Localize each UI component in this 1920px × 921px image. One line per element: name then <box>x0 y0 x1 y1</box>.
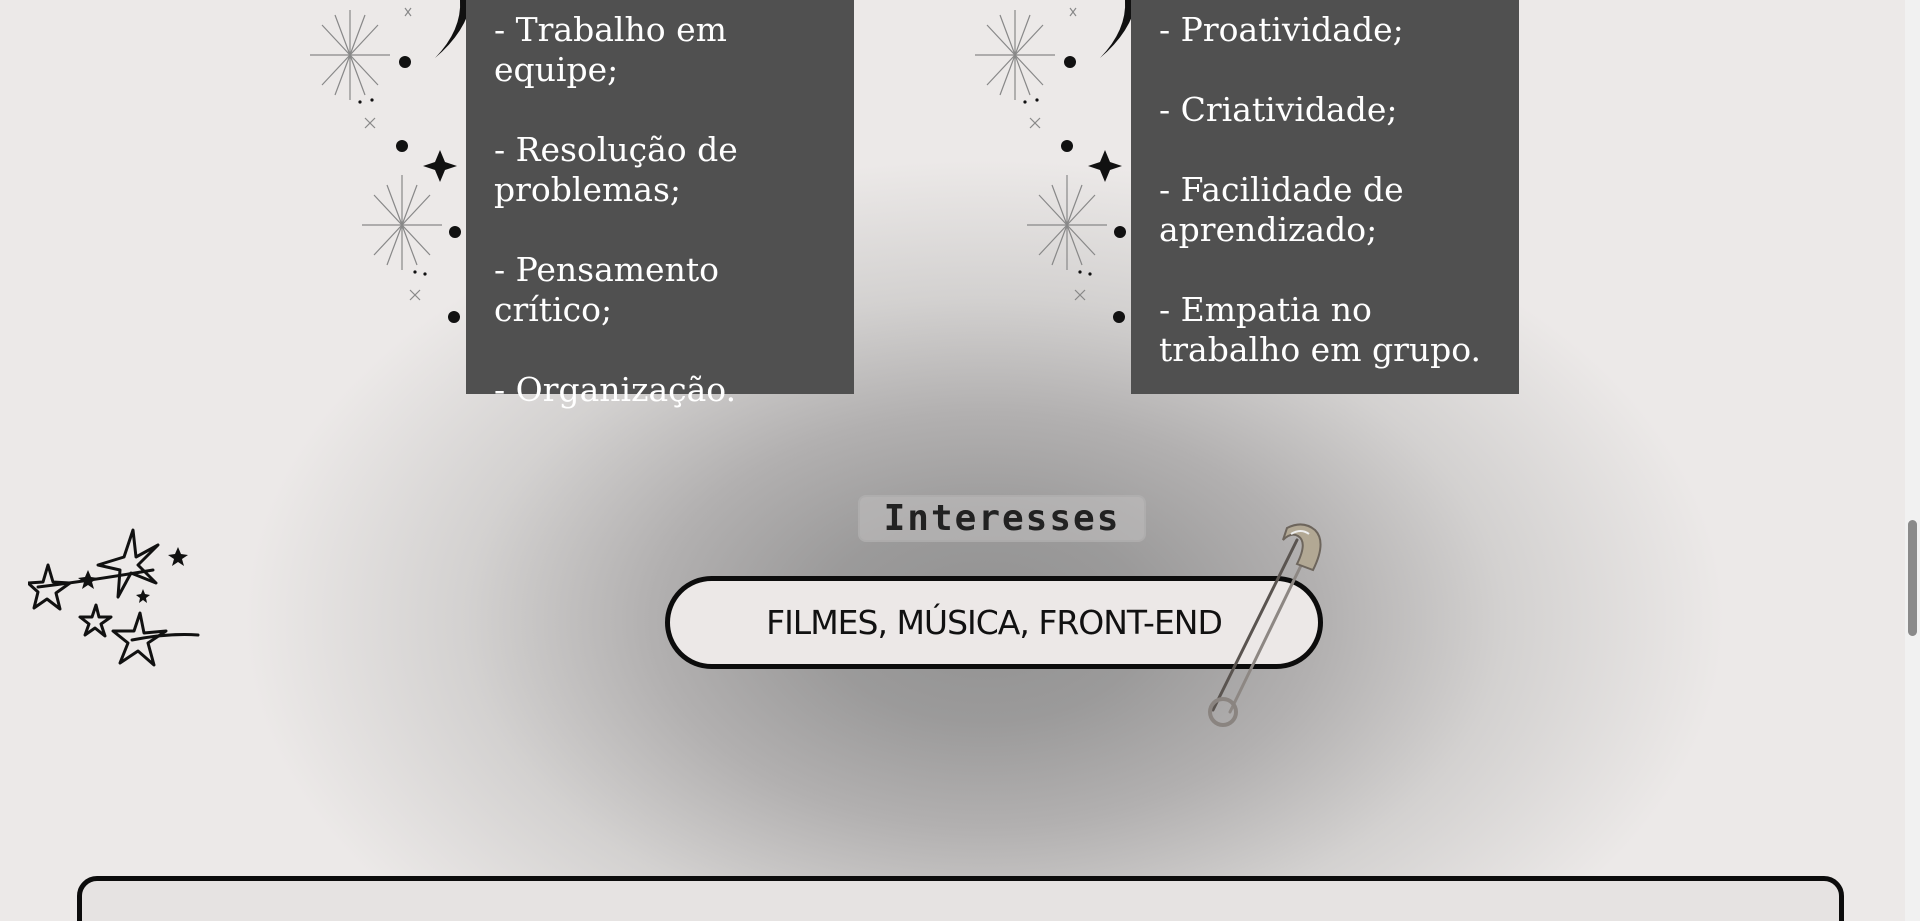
skill-item: - Resolução de problemas; <box>494 130 738 209</box>
doodle-stars-icon <box>28 528 200 667</box>
bottom-section-panel <box>77 876 1844 921</box>
background-glow <box>0 0 1905 921</box>
sparkle-stars-icon <box>310 0 472 323</box>
skill-item: - Organização. <box>494 370 737 409</box>
scrollbar-thumb[interactable] <box>1908 520 1917 636</box>
page-viewport: - Trabalho em equipe; - Resolução de pro… <box>0 0 1905 921</box>
skill-item: - Pensamento crítico; <box>494 250 719 329</box>
skill-item: - Proatividade; <box>1159 10 1404 49</box>
skill-item: - Trabalho em equipe; <box>494 10 727 89</box>
scrollbar[interactable] <box>1905 0 1920 921</box>
skill-item: - Facilidade de aprendizado; <box>1159 170 1404 249</box>
skill-item: - Criatividade; <box>1159 90 1398 129</box>
skill-item: - Empatia no trabalho em grupo. <box>1159 290 1482 369</box>
skills-card-left: - Trabalho em equipe; - Resolução de pro… <box>466 0 854 409</box>
sparkle-stars-icon <box>975 0 1137 323</box>
interests-heading: Interesses <box>858 495 1146 542</box>
skills-card-right: - Proatividade; - Criatividade; - Facili… <box>1131 0 1519 394</box>
safety-pin-icon <box>1208 523 1322 727</box>
